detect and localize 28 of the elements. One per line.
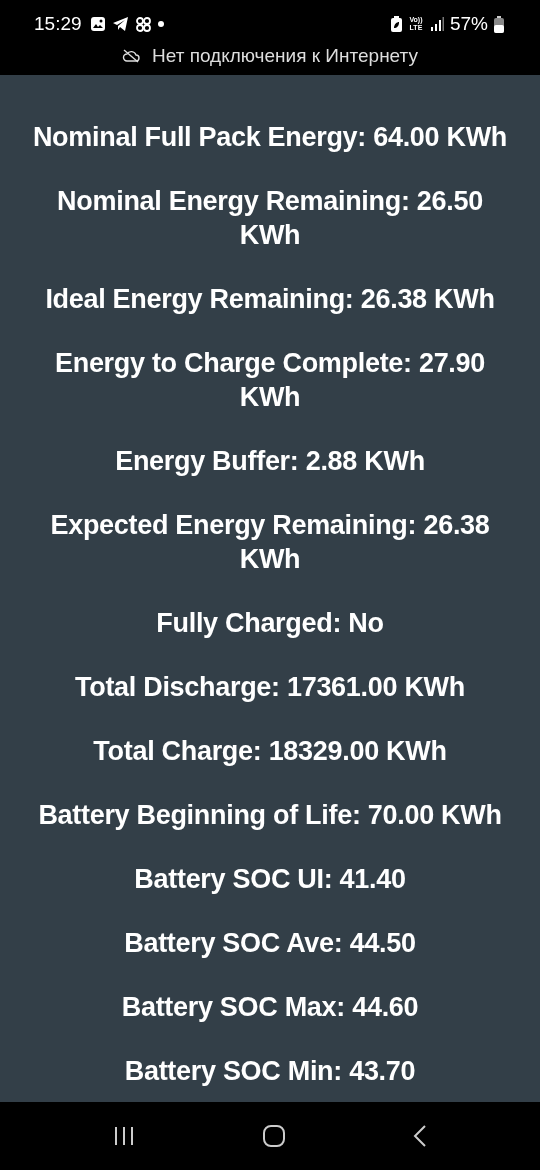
reading-text: Battery SOC Ave: 44.50 (124, 927, 416, 960)
cloud-off-icon (122, 48, 140, 63)
pinwheel-icon (134, 15, 152, 33)
reading-text: Energy Buffer: 2.88 KWh (115, 445, 425, 478)
reading-text: Nominal Full Pack Energy: 64.00 KWh (32, 121, 508, 154)
reading-text: Total Discharge: 17361.00 KWh (75, 671, 465, 704)
home-icon[interactable] (262, 1124, 286, 1148)
battery-percent: 57% (449, 13, 488, 35)
reading-text: Expected Energy Remaining: 26.38 KWh (49, 509, 491, 576)
gallery-icon (89, 16, 106, 32)
reading-text: Total Charge: 18329.00 KWh (93, 735, 447, 768)
reading-text: Battery SOC Min: 43.70 (124, 1055, 416, 1088)
dot-icon (157, 21, 164, 27)
status-time: 15:29 (34, 13, 82, 35)
back-icon[interactable] (412, 1124, 427, 1148)
reading-text: Ideal Energy Remaining: 26.38 KWh (45, 283, 495, 316)
battery-icon (494, 15, 504, 33)
reading-text: Nominal Energy Remaining: 26.50 KWh (56, 185, 484, 252)
paper-plane-icon (111, 16, 129, 32)
offline-message: Нет подключения к Интернету (152, 44, 418, 67)
reading-text: Battery SOC Max: 44.60 (121, 991, 419, 1024)
reading-text: Battery Beginning of Life: 70.00 KWh (38, 799, 502, 832)
reading-text: Battery SOC UI: 41.40 (134, 863, 406, 896)
reading-text: Energy to Charge Complete: 27.90 KWh (54, 347, 486, 414)
battery-saver-icon (390, 16, 402, 32)
recent-apps-icon[interactable] (113, 1126, 136, 1146)
reading-text: Fully Charged: No (156, 607, 384, 640)
signal-icon (429, 17, 444, 31)
